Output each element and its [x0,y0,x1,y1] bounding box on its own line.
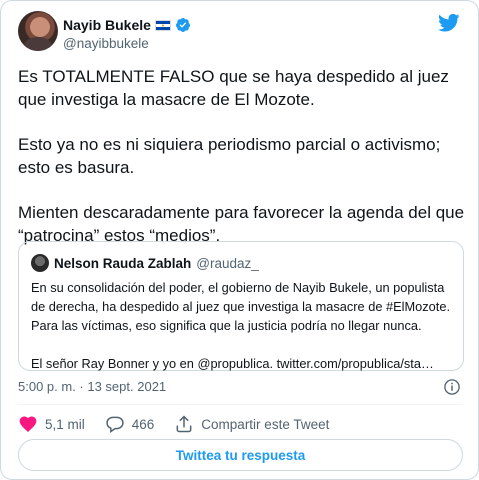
avatar[interactable] [18,11,58,51]
share-label: Compartir este Tweet [201,416,330,432]
quoted-author-name: Nelson Rauda Zablah [54,255,192,271]
quoted-tweet[interactable]: Nelson Rauda Zablah @raudaz_ En su conso… [18,241,464,371]
quoted-author-handle: @raudaz_ [196,255,259,271]
tweet-timestamp[interactable]: 5:00 p. m. · 13 sept. 2021 [18,379,166,394]
like-button[interactable]: 5,1 mil [18,414,85,434]
tweet-body: Es TOTALMENTE FALSO que se haya despedid… [18,65,468,269]
quoted-paragraph: El señor Ray Bonner y yo en @propublica.… [31,356,434,371]
el-salvador-flag-icon [154,19,171,31]
reply-button[interactable]: Twittea tu respuesta [18,439,463,471]
share-icon [176,415,192,433]
reply-bubble-icon [106,416,124,433]
quoted-paragraph: En su consolidación del poder, el gobier… [31,280,451,333]
quoted-tweet-body: En su consolidación del poder, el gobier… [31,278,455,392]
quoted-avatar [31,254,49,272]
divider [18,404,463,405]
heart-icon [19,416,37,432]
like-count: 5,1 mil [45,416,85,432]
info-icon[interactable] [443,378,461,396]
quoted-tweet-header: Nelson Rauda Zablah @raudaz_ [31,254,259,272]
verified-badge-icon [175,17,191,33]
twitter-bird-icon[interactable] [438,13,460,33]
author-name-line: Nayib Bukele [63,17,191,33]
tweet-header: Nayib Bukele @nayibbukele [18,11,468,55]
tweet-paragraph: Esto ya no es ni siquiera periodismo par… [18,135,441,177]
share-button[interactable]: Compartir este Tweet [174,414,329,434]
reply-action-button[interactable]: 466 [105,414,155,434]
tweet-paragraph: Es TOTALMENTE FALSO que se haya despedid… [18,67,449,109]
tweet-card: Nayib Bukele @nayibbukele Es TOTALMENTE … [0,0,479,480]
action-bar: 5,1 mil 466 Compartir este Tweet [18,413,349,435]
reply-count: 466 [131,416,155,432]
author-handle[interactable]: @nayibbukele [63,36,149,51]
author-name[interactable]: Nayib Bukele [63,17,151,33]
